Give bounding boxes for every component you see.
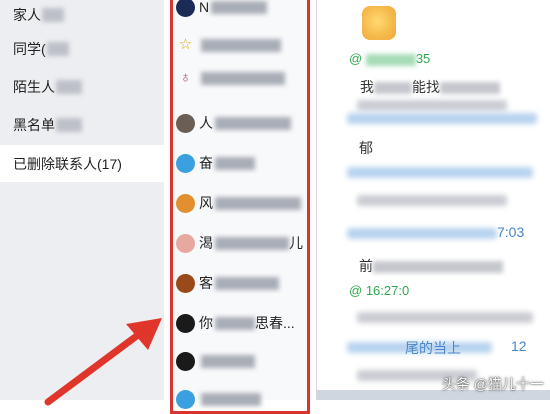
group-item[interactable]: 已删除联系人(17) xyxy=(0,145,164,182)
message-text: 前 xyxy=(359,256,503,276)
contact-name: 你 xyxy=(199,315,213,331)
contact-item[interactable]: 渴儿 xyxy=(176,228,312,258)
avatar-icon xyxy=(176,193,195,213)
group-label: 同学( xyxy=(13,40,46,57)
blurred-text xyxy=(215,316,255,330)
blurred-text xyxy=(347,228,497,239)
contact-item[interactable]: 人 xyxy=(176,108,312,138)
qq-penguin-icon xyxy=(176,313,195,333)
blurred-text xyxy=(46,41,69,56)
contact-item[interactable]: 客 xyxy=(176,268,312,298)
blurred-text xyxy=(42,7,64,22)
contact-name: N xyxy=(199,0,210,15)
blurred-text xyxy=(357,100,507,111)
blurred-text xyxy=(347,167,533,178)
message-text: 郁 xyxy=(359,140,373,156)
blurred-text xyxy=(215,156,255,170)
number-fragment: 12 xyxy=(511,338,527,354)
contact-item[interactable]: ♁ xyxy=(176,63,312,93)
time-fragment: 7:03 xyxy=(497,224,525,240)
group-item[interactable]: 同学( xyxy=(0,30,164,67)
blurred-text xyxy=(215,236,289,250)
group-item[interactable]: 黑名单 xyxy=(0,106,164,143)
avatar-icon xyxy=(176,0,195,17)
message-timestamp: @ 16:27:0 xyxy=(349,283,410,298)
blurred-text xyxy=(201,38,281,52)
message-timestamp: @ 35 xyxy=(349,51,431,66)
contact-name: 渴 xyxy=(199,235,213,251)
group-label: 陌生人 xyxy=(13,78,55,95)
chat-pane: @ 35 我能找 郁 7:03 前 @ 16:27:0 尾的当上 12 xyxy=(317,0,550,400)
message-text: 我能找 xyxy=(360,77,500,97)
blurred-text xyxy=(56,79,82,94)
arrow-annotation xyxy=(44,318,162,406)
qq-penguin-icon xyxy=(176,351,195,371)
blurred-text xyxy=(201,71,285,85)
blurred-text xyxy=(215,196,301,210)
contact-name-suffix: 儿 xyxy=(289,235,303,251)
star-icon: ☆ xyxy=(178,35,193,53)
blurred-text xyxy=(215,276,279,290)
group-item[interactable]: 家人 xyxy=(0,0,164,33)
contact-item[interactable]: N xyxy=(176,0,312,22)
contact-item[interactable] xyxy=(176,384,312,414)
blurred-text xyxy=(201,392,261,406)
contact-item[interactable]: 风 xyxy=(176,188,312,218)
blurred-text xyxy=(357,312,533,323)
contact-item[interactable]: ☆ xyxy=(176,30,312,60)
blurred-text xyxy=(211,0,268,14)
contact-item[interactable]: 你 思春... xyxy=(176,308,312,338)
globe-icon xyxy=(176,389,195,409)
blurred-text xyxy=(56,117,82,132)
blurred-text xyxy=(215,116,291,130)
contact-list: N ☆ ♁ 人奋风渴儿客你思春... xyxy=(168,0,312,409)
group-item[interactable]: 陌生人 xyxy=(0,68,164,105)
group-label: 已删除联系人(17) xyxy=(13,155,122,172)
blurred-text xyxy=(201,354,255,368)
contact-name: 奋 xyxy=(199,155,213,171)
avatar-icon xyxy=(176,273,195,293)
watermark: 头条 @猫儿十一 xyxy=(441,376,544,392)
contact-item[interactable]: 奋 xyxy=(176,148,312,178)
contact-item[interactable] xyxy=(176,346,312,376)
contact-name-suffix: 思春... xyxy=(255,315,295,331)
group-label: 家人 xyxy=(13,6,41,23)
contact-name: 客 xyxy=(199,275,213,291)
girl-avatar-icon xyxy=(176,233,195,253)
person-photo-icon xyxy=(176,113,195,133)
contact-name: 风 xyxy=(199,195,213,211)
message-text: 尾的当上 xyxy=(405,340,461,356)
emoji-image xyxy=(362,6,396,40)
blurred-text xyxy=(347,113,537,124)
blurred-text xyxy=(357,195,507,206)
globe-icon xyxy=(176,153,195,173)
figure-icon: ♁ xyxy=(179,68,192,86)
group-label: 黑名单 xyxy=(13,116,55,133)
contact-name: 人 xyxy=(199,115,213,131)
